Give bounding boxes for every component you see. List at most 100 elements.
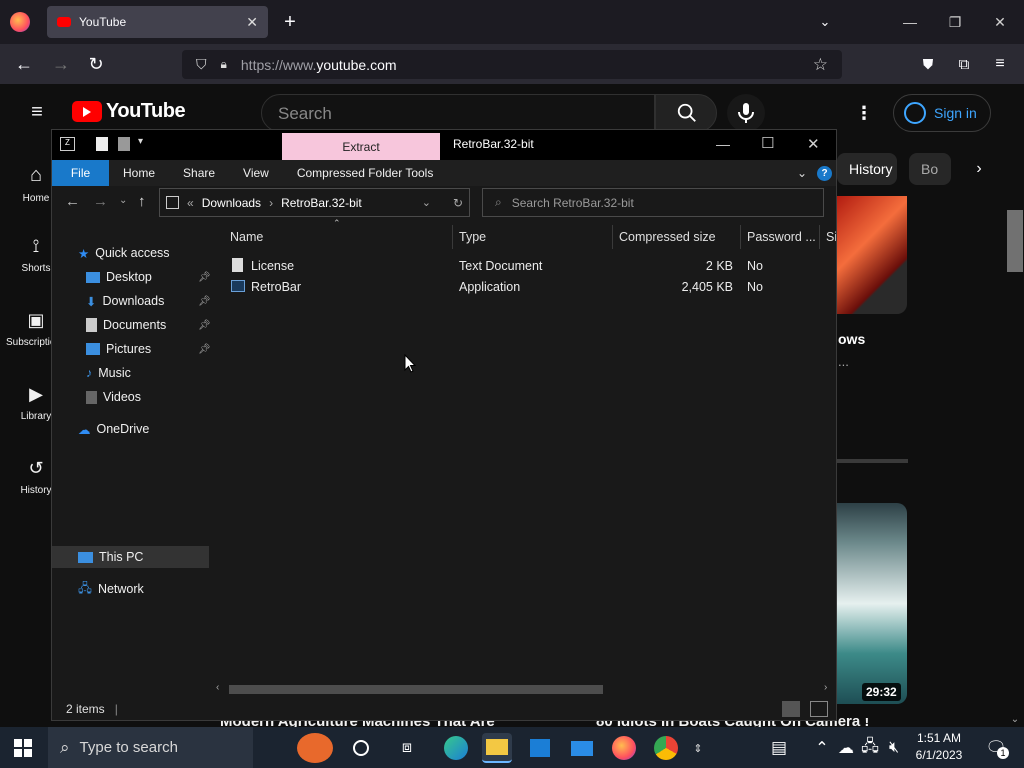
forward-arrow-icon[interactable]: → xyxy=(93,193,108,210)
lock-icon[interactable]: 🔒︎ xyxy=(221,57,227,72)
nav-quick-access[interactable]: ★ Quick access xyxy=(78,242,170,264)
pocket-icon[interactable]: ⛊ xyxy=(918,54,938,74)
video-thumbnail[interactable] xyxy=(836,196,907,314)
more-options-icon[interactable]: ⋮ xyxy=(855,102,873,124)
cortana-icon[interactable] xyxy=(346,733,376,763)
taskbar-search-box[interactable]: ⌕ Type to search xyxy=(48,727,253,768)
page-scrollbar-thumb[interactable] xyxy=(1007,210,1023,272)
sign-in-button[interactable]: Sign in xyxy=(893,94,991,132)
mail-icon[interactable] xyxy=(567,733,597,763)
explorer-search-input[interactable]: ⌕ Search RetroBar.32-bit xyxy=(482,188,824,217)
scroll-right-arrow-icon[interactable]: › xyxy=(824,682,827,693)
forward-button[interactable]: → xyxy=(51,54,71,74)
notifications-icon[interactable]: 🗨︎ 1 xyxy=(982,733,1010,763)
reload-button[interactable]: ↻ xyxy=(86,54,106,74)
horizontal-scrollbar[interactable]: ‹ › xyxy=(212,681,836,697)
nav-videos[interactable]: Videos xyxy=(86,386,141,408)
new-tab-button[interactable]: + xyxy=(279,11,301,33)
hamburger-menu-icon[interactable]: ≡ xyxy=(26,101,48,123)
maximize-button[interactable]: ☐ xyxy=(761,134,774,152)
nav-desktop[interactable]: Desktop 📌︎ xyxy=(86,266,211,288)
chrome-icon[interactable] xyxy=(651,733,681,763)
extensions-icon[interactable]: ⧉ xyxy=(954,54,974,74)
properties-icon[interactable] xyxy=(96,137,108,151)
large-icons-view-icon[interactable] xyxy=(810,700,828,717)
address-dropdown-icon[interactable]: ⌄ xyxy=(422,196,431,209)
minimize-browser-button[interactable]: — xyxy=(900,12,920,32)
minimize-button[interactable]: — xyxy=(716,136,730,152)
file-row[interactable]: RetroBar Application 2,405 KB No xyxy=(212,277,832,298)
clock[interactable]: 1:51 AM 6/1/2023 xyxy=(910,730,968,764)
quick-access-dropdown-icon[interactable]: ▾ xyxy=(138,136,143,147)
tab-compressed-folder-tools[interactable]: Compressed Folder Tools xyxy=(283,160,448,186)
close-button[interactable]: ✕ xyxy=(807,135,820,153)
task-view-icon[interactable]: ⧈ xyxy=(392,733,422,763)
tab-file[interactable]: File xyxy=(52,160,109,186)
ribbon-expand-chevron-icon[interactable]: ⌄ xyxy=(797,166,807,180)
column-header-compressed-size[interactable]: Compressed size xyxy=(613,225,741,249)
help-icon[interactable]: ? xyxy=(817,165,832,181)
volume-muted-icon[interactable]: 🔇︎ xyxy=(883,733,905,763)
news-widget-icon[interactable]: ▤ xyxy=(763,733,795,763)
column-header-name[interactable]: Name xyxy=(224,225,453,249)
tracking-protection-shield-icon[interactable]: ⛉ xyxy=(196,56,207,73)
video-title-partial[interactable]: ows xyxy=(838,331,865,347)
scroll-left-arrow-icon[interactable]: ‹ xyxy=(216,682,219,693)
extract-context-tab[interactable]: Extract xyxy=(282,133,440,160)
address-bar[interactable]: « Downloads › RetroBar.32-bit ⌄ ↻ xyxy=(159,188,470,217)
list-all-tabs-icon[interactable]: ⌄ xyxy=(815,12,835,32)
tab-share[interactable]: Share xyxy=(169,160,229,186)
video-thumbnail-waterfall[interactable] xyxy=(836,503,907,704)
youtube-search-button[interactable] xyxy=(655,94,717,132)
up-arrow-icon[interactable]: ↑ xyxy=(138,193,146,210)
nav-this-pc[interactable]: This PC xyxy=(78,546,143,568)
file-row[interactable]: License Text Document 2 KB No xyxy=(212,256,832,277)
recent-locations-chevron-icon[interactable]: ⌄ xyxy=(119,195,127,206)
scroll-down-arrow-icon[interactable]: ⌄ xyxy=(1008,712,1022,726)
tab-view[interactable]: View xyxy=(229,160,283,186)
youtube-logo[interactable]: YouTube xyxy=(72,100,186,123)
app-menu-icon[interactable]: ≡ xyxy=(990,54,1010,74)
close-tab-icon[interactable]: ✕ xyxy=(246,14,258,31)
start-button[interactable] xyxy=(14,739,32,757)
details-view-icon[interactable] xyxy=(782,700,800,717)
edge-icon[interactable] xyxy=(441,733,471,763)
nav-network[interactable]: 🖧︎ Network xyxy=(78,578,144,600)
firefox-icon[interactable] xyxy=(609,733,639,763)
breadcrumb-downloads[interactable]: Downloads xyxy=(202,196,261,210)
firefox-menu-icon[interactable] xyxy=(10,12,30,32)
column-header-size[interactable]: Si xyxy=(820,225,836,249)
youtube-search-input[interactable]: Search xyxy=(261,94,655,132)
bookmark-star-icon[interactable]: ☆ xyxy=(813,55,828,75)
refresh-icon[interactable]: ↻ xyxy=(453,196,463,210)
voice-search-button[interactable] xyxy=(727,94,765,132)
basketball-search-highlight-icon[interactable] xyxy=(297,733,333,763)
nav-pictures[interactable]: Pictures 📌︎ xyxy=(86,338,211,360)
nav-onedrive[interactable]: ☁ OneDrive xyxy=(78,418,149,440)
back-button[interactable]: ← xyxy=(14,54,34,74)
url-bar[interactable]: ⛉ 🔒︎ https://www.youtube.com ☆ xyxy=(182,50,842,79)
nav-documents[interactable]: Documents 📌︎ xyxy=(86,314,211,336)
scrollbar-thumb[interactable] xyxy=(229,685,603,694)
nav-downloads[interactable]: ⬇ Downloads 📌︎ xyxy=(86,290,211,312)
onedrive-cloud-icon[interactable]: ☁ xyxy=(835,733,857,763)
restore-browser-button[interactable]: ❐ xyxy=(945,12,965,32)
column-header-type[interactable]: Type xyxy=(453,225,613,249)
tab-home[interactable]: Home xyxy=(109,160,169,186)
new-folder-icon[interactable] xyxy=(118,137,130,151)
nav-music[interactable]: ♪ Music xyxy=(86,362,131,384)
back-arrow-icon[interactable]: ← xyxy=(65,193,80,210)
network-status-icon[interactable]: 🖧︎ xyxy=(859,733,881,763)
video-duration-badge: 29:32 xyxy=(862,683,901,701)
chip-history[interactable]: History xyxy=(837,153,897,185)
browser-tab[interactable]: YouTube ✕ xyxy=(47,6,268,38)
close-browser-button[interactable]: ✕ xyxy=(990,12,1010,32)
microsoft-store-icon[interactable] xyxy=(525,733,555,763)
show-hidden-icons-chevron-icon[interactable]: ⌃ xyxy=(812,733,832,763)
chevron-right-icon[interactable]: › xyxy=(970,160,988,178)
chip-partial[interactable]: Bo xyxy=(909,153,951,185)
taskbar-scroll-arrows-icon[interactable]: ⇕ xyxy=(688,733,708,763)
column-header-password[interactable]: Password ... xyxy=(741,225,820,249)
breadcrumb-retrobar[interactable]: RetroBar.32-bit xyxy=(281,196,362,210)
file-explorer-icon[interactable] xyxy=(482,733,512,763)
